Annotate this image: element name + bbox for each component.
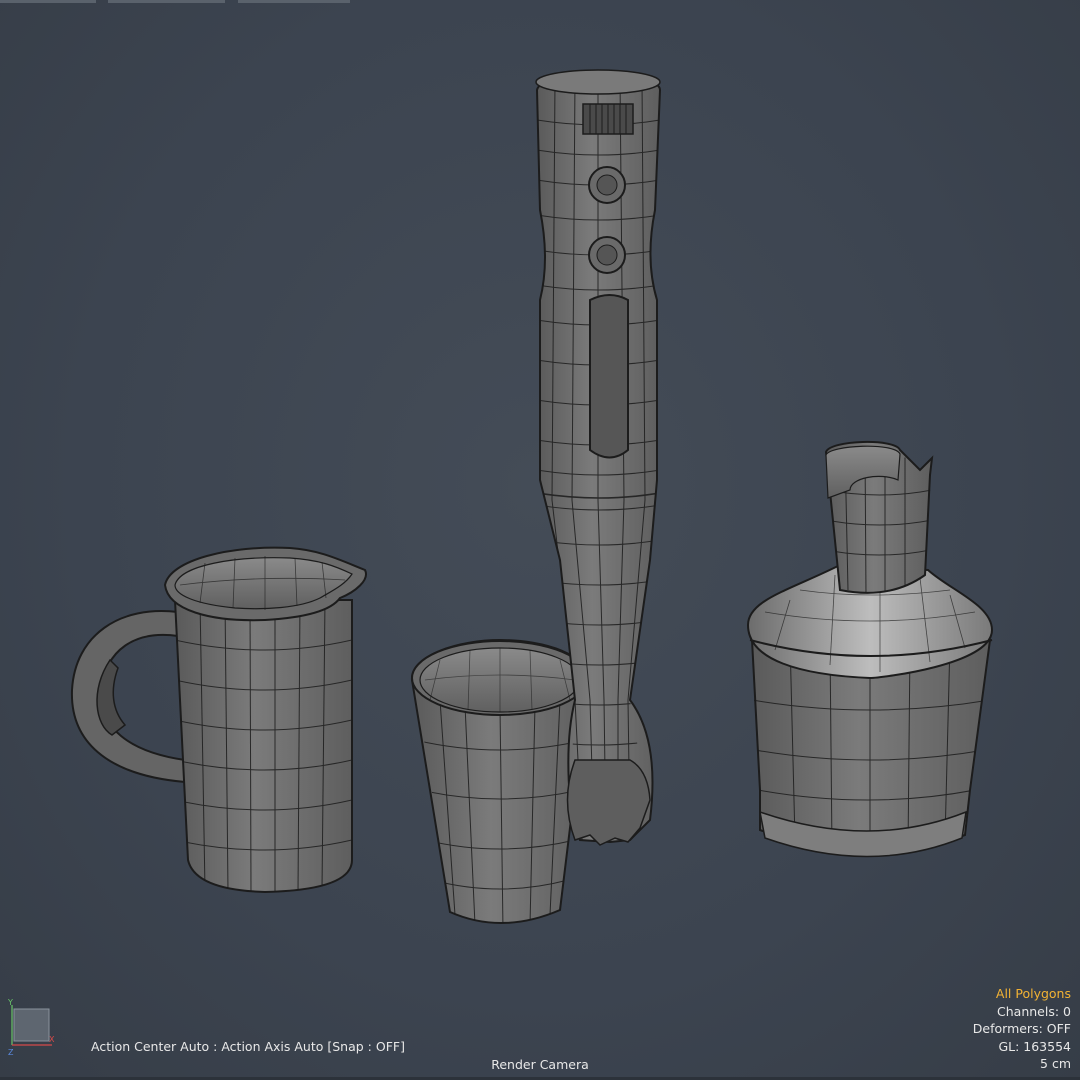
grid-unit-label: 5 cm — [1040, 1056, 1071, 1071]
camera-label[interactable]: Render Camera — [0, 1057, 1080, 1072]
axis-gizmo-icon: Y X Z — [7, 998, 55, 1057]
gl-count-label: GL: 163554 — [998, 1038, 1071, 1054]
axis-z-label: Z — [8, 1048, 14, 1057]
3d-viewport[interactable]: Y X Z Action Center Auto : Action Axis A… — [0, 0, 1080, 1080]
axis-y-label: Y — [7, 998, 13, 1007]
axis-x-label: X — [49, 1035, 55, 1044]
selection-mode-label[interactable]: All Polygons — [973, 985, 1071, 1003]
viewport-info-panel: All Polygons Channels: 0 Deformers: OFF … — [973, 985, 1071, 1073]
channels-label: Channels: 0 — [997, 1003, 1071, 1019]
grip-pad — [589, 294, 629, 459]
action-center-status: Action Center Auto : Action Axis Auto [S… — [91, 1039, 405, 1054]
deformers-label: Deformers: OFF — [972, 1021, 1071, 1036]
chopper-bowl[interactable] — [746, 441, 994, 858]
cup[interactable] — [410, 638, 590, 930]
measuring-jug[interactable] — [70, 546, 367, 894]
scene-render[interactable] — [0, 0, 1080, 1080]
